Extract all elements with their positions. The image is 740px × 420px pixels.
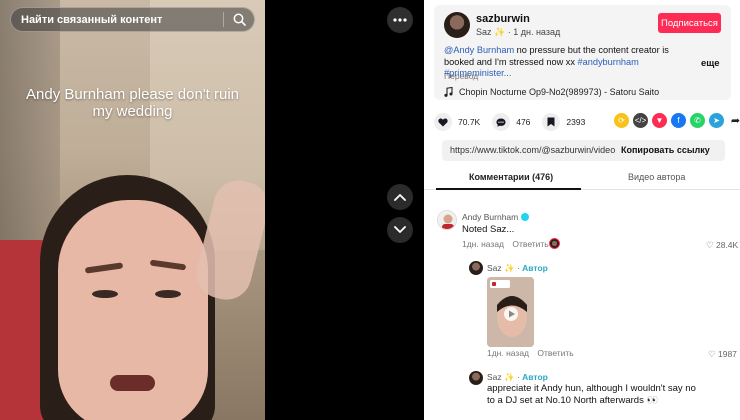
commenter-avatar-art	[438, 211, 456, 229]
person-eye-left	[92, 290, 118, 298]
comment-like-count[interactable]: ♡ 28.4K	[706, 240, 738, 251]
tab-active-underline	[436, 188, 581, 190]
reply-text: appreciate it Andy hun, although I would…	[487, 383, 696, 406]
commenter-avatar[interactable]	[437, 210, 457, 230]
reply-author-name[interactable]: Saz ✨ · Автор	[487, 372, 548, 383]
comment-button[interactable]: 476	[492, 113, 530, 131]
search-icon	[233, 13, 246, 26]
creator-liked-avatar	[549, 238, 560, 249]
reply-author-avatar[interactable]	[469, 371, 483, 385]
chevron-down-icon	[394, 226, 406, 233]
reply-author-text: Saz ✨	[487, 263, 515, 273]
app-root: Найти связанный контент Andy Burnham ple…	[0, 0, 740, 420]
comment-icon	[496, 118, 506, 127]
details-panel: sazburwin Saz ✨ · 1 дн. назад Подписатьс…	[424, 0, 740, 420]
like-button[interactable]: 70.7K	[434, 113, 480, 131]
reply-button[interactable]: Ответить	[512, 239, 548, 249]
reply-like-count[interactable]: ♡ 1987	[708, 349, 737, 360]
reply-button[interactable]: Ответить	[537, 348, 573, 358]
reply-meta: 1дн. назад Ответить	[487, 348, 574, 358]
embed-icon[interactable]: </>	[633, 113, 648, 128]
bookmark-icon	[547, 117, 555, 127]
send-to-friends-icon[interactable]: ▼	[652, 113, 667, 128]
comment-author-text: Andy Burnham	[462, 212, 519, 222]
verified-icon	[521, 213, 530, 221]
reply-like-number: 1987	[717, 349, 737, 359]
author-avatar[interactable]	[444, 12, 470, 38]
video-thumbnail-art	[487, 277, 534, 347]
reply-author-text: Saz ✨	[487, 372, 515, 382]
person-mouth	[110, 375, 155, 391]
comment-icon-wrap	[492, 113, 511, 131]
more-options-button[interactable]	[387, 7, 413, 33]
like-icon-wrap	[434, 113, 452, 131]
more-dots-icon	[393, 18, 407, 22]
search-button[interactable]	[224, 7, 254, 32]
save-count: 2393	[566, 117, 586, 127]
comment-time: 1дн. назад	[462, 239, 505, 249]
save-icon-wrap	[542, 113, 561, 131]
search-input[interactable]: Найти связанный контент	[11, 14, 223, 26]
comment-count: 476	[516, 117, 531, 127]
save-button[interactable]: 2393	[542, 113, 585, 131]
share-link-box: https://www.tiktok.com/@sazburwin/video/…	[442, 140, 725, 161]
author-badge: Автор	[522, 372, 548, 382]
telegram-icon[interactable]: ➤	[709, 113, 724, 128]
share-link-url[interactable]: https://www.tiktok.com/@sazburwin/video/…	[450, 145, 615, 155]
next-video-button[interactable]	[387, 217, 413, 243]
translate-link[interactable]: Перевод	[444, 71, 478, 81]
music-title: Chopin Nocturne Op9-No2(989973) - Satoru…	[459, 87, 660, 97]
video-frame[interactable]: Найти связанный контент Andy Burnham ple…	[0, 0, 265, 420]
comment-meta: 1дн. назад Ответить	[462, 239, 549, 249]
reply-time: 1дн. назад	[487, 348, 530, 358]
video-player[interactable]: Найти связанный контент Andy Burnham ple…	[0, 0, 424, 420]
comment-author-name[interactable]: Andy Burnham	[462, 212, 530, 222]
comment-like-number: 28.4K	[715, 240, 739, 250]
author-subline: Saz ✨ · 1 дн. назад	[476, 27, 560, 38]
post-info-card: sazburwin Saz ✨ · 1 дн. назад Подписатьс…	[434, 5, 731, 100]
share-icons: ⟳ </> ▼ f ✆ ➤ ➦	[614, 113, 740, 128]
previous-video-button[interactable]	[387, 184, 413, 210]
facebook-icon[interactable]: f	[671, 113, 686, 128]
mention-link[interactable]: @Andy Burnham	[444, 45, 514, 55]
share-arrow-icon[interactable]: ➦	[728, 113, 740, 128]
related-search-bar[interactable]: Найти связанный контент	[10, 7, 255, 32]
repost-icon[interactable]: ⟳	[614, 113, 629, 128]
whatsapp-icon[interactable]: ✆	[690, 113, 705, 128]
reply-author-name[interactable]: Saz ✨ · Автор	[487, 263, 548, 274]
heart-icon	[438, 118, 448, 126]
hashtag-link[interactable]: #andyburnham	[578, 57, 639, 67]
music-link[interactable]: Chopin Nocturne Op9-No2(989973) - Satoru…	[444, 87, 659, 97]
music-note-icon	[444, 87, 453, 97]
expand-description-link[interactable]: еще	[701, 58, 720, 69]
tab-comments[interactable]: Комментарии (476)	[469, 172, 553, 182]
chevron-up-icon	[394, 194, 406, 201]
person-eye-right	[155, 290, 181, 298]
tab-author-videos[interactable]: Видео автора	[628, 172, 685, 182]
reply-author-avatar[interactable]	[469, 261, 483, 275]
copy-link-button[interactable]: Копировать ссылку	[621, 145, 710, 155]
subscribe-button[interactable]: Подписаться	[658, 13, 721, 33]
author-handle[interactable]: sazburwin	[476, 13, 530, 25]
like-count: 70.7K	[458, 117, 481, 127]
post-time: 1 дн. назад	[513, 27, 561, 37]
author-display-name[interactable]: Saz ✨	[476, 27, 505, 37]
video-reply-thumbnail[interactable]	[487, 277, 534, 347]
comment-text: Noted Saz...	[462, 224, 515, 235]
tabs-bar: Комментарии (476) Видео автора	[424, 168, 740, 190]
author-badge: Автор	[522, 263, 548, 273]
post-description: @Andy Burnham no pressure but the conten…	[444, 45, 699, 80]
video-caption-overlay: Andy Burnham please don't ruin my weddin…	[26, 86, 239, 120]
